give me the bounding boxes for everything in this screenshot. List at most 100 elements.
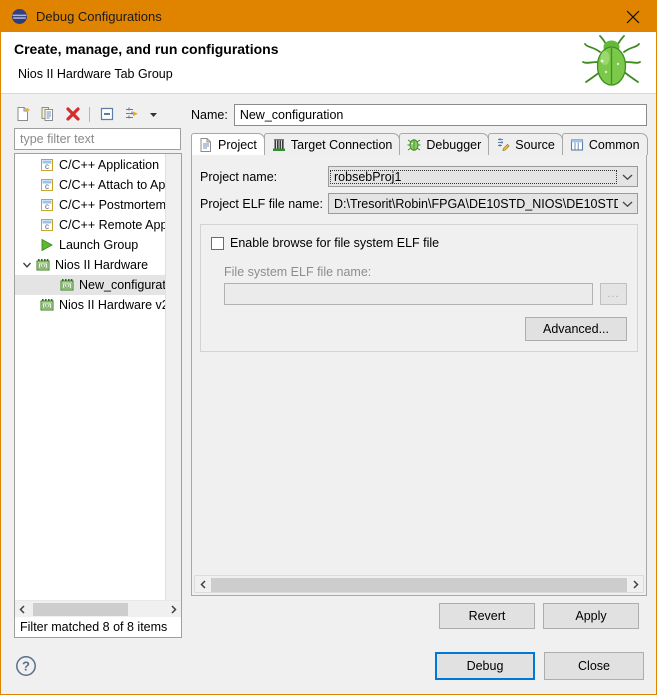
revert-button[interactable]: Revert	[439, 603, 535, 629]
tree-item-c-c-remote-appli[interactable]: c C/C++ Remote Appli	[15, 215, 181, 235]
nios-chip-icon: /∆\	[35, 257, 51, 273]
duplicate-configuration-button[interactable]	[37, 104, 58, 124]
project-elf-label: Project ELF file name:	[200, 196, 323, 211]
project-name-value: robsebProj1	[330, 169, 617, 184]
tab-label: Common	[588, 137, 640, 152]
tab-label: Project	[218, 137, 257, 152]
tree-toolbar	[10, 102, 182, 126]
tab-project[interactable]: Project	[191, 133, 265, 155]
tree-item-label: Nios II Hardware v2 (	[59, 298, 177, 312]
tree-scroll-left-arrow-icon[interactable]	[15, 602, 30, 617]
dialog-footer: ? Debug Close	[1, 638, 656, 694]
project-name-label: Project name:	[200, 169, 278, 184]
c-file-icon: c	[39, 157, 55, 173]
configuration-name-label: Name:	[191, 108, 228, 122]
browse-file-button[interactable]: ...	[600, 283, 627, 305]
svg-text:c: c	[45, 162, 49, 171]
c-file-icon: c	[39, 197, 55, 213]
project-name-row: Project name: robsebProj1	[200, 165, 638, 188]
project-name-combo[interactable]: robsebProj1	[328, 166, 638, 187]
toolbar-separator	[89, 106, 90, 122]
svg-text:?: ?	[22, 659, 30, 674]
tab-panel: Project name: robsebProj1 Project ELF fi…	[191, 154, 647, 596]
tree-horizontal-scrollbar[interactable]	[15, 600, 181, 617]
help-question-icon[interactable]: ?	[15, 655, 37, 677]
target-connection-icon	[271, 137, 287, 153]
filter-placeholder: type filter text	[20, 132, 95, 146]
nios-chip-icon: /∆\	[59, 277, 75, 293]
collapse-all-button[interactable]	[96, 104, 117, 124]
panel-horizontal-scrollbar[interactable]	[194, 575, 644, 593]
panel-hscroll-track[interactable]	[211, 577, 627, 592]
nios-chip-icon: /∆\	[39, 297, 55, 313]
page-subtitle: Nios II Hardware Tab Group	[18, 67, 173, 81]
tree-item-c-c-application[interactable]: c C/C++ Application	[15, 155, 181, 175]
project-elf-combo[interactable]: D:\Tresorit\Robin\FPGA\DE10STD_NIOS\DE10…	[328, 193, 638, 214]
tab-label: Source	[515, 137, 555, 152]
tree-item-label: C/C++ Attach to App	[59, 178, 173, 192]
project-tab-content: Project name: robsebProj1 Project ELF fi…	[192, 155, 646, 575]
tab-target-connection[interactable]: Target Connection	[263, 133, 401, 155]
tree-item-launch-group[interactable]: Launch Group	[15, 235, 181, 255]
configuration-name-value: New_configuration	[239, 108, 344, 122]
tab-common[interactable]: Common	[561, 133, 648, 155]
configuration-name-input[interactable]: New_configuration	[233, 104, 647, 126]
configuration-editor-pane: Name: New_configuration Project Target Co…	[191, 102, 648, 638]
enable-browse-checkbox[interactable]	[211, 236, 224, 250]
filter-input[interactable]: type filter text	[14, 128, 181, 150]
enable-browse-row[interactable]: Enable browse for file system ELF file	[211, 234, 627, 252]
apply-button[interactable]: Apply	[543, 603, 639, 629]
close-button[interactable]: Close	[544, 652, 644, 680]
revert-apply-row: Revert Apply	[191, 596, 647, 638]
project-elf-row: Project ELF file name: D:\Tresorit\Robin…	[200, 192, 638, 215]
window-title-label: Debug Configurations	[36, 9, 162, 24]
tree-item-nios-ii-hardware[interactable]: /∆\ Nios II Hardware	[15, 255, 181, 275]
c-file-icon: c	[39, 177, 55, 193]
filter-button[interactable]	[121, 104, 142, 124]
tree-hscroll-thumb[interactable]	[33, 602, 128, 616]
file-system-elf-input[interactable]	[224, 283, 593, 305]
configuration-name-row: Name: New_configuration	[191, 102, 647, 128]
toolbar-dropdown-arrow-icon[interactable]	[146, 104, 160, 124]
tree-scroll-right-arrow-icon[interactable]	[166, 602, 181, 617]
tree-item-new-configuratio[interactable]: /∆\ New_configuratio	[15, 275, 181, 295]
tree-item-label: C/C++ Postmortem [	[59, 198, 173, 212]
svg-text:c: c	[45, 182, 49, 191]
panel-hscroll-thumb[interactable]	[211, 577, 627, 592]
filter-status-label: Filter matched 8 of 8 items	[15, 617, 181, 637]
c-file-icon: c	[39, 217, 55, 233]
svg-text:/∆\: /∆\	[40, 264, 47, 270]
advanced-button[interactable]: Advanced...	[525, 317, 627, 341]
tab-source[interactable]: Source	[488, 133, 563, 155]
project-file-icon	[198, 137, 214, 153]
file-system-elf-row: ...	[224, 283, 627, 305]
tab-label: Target Connection	[290, 137, 393, 152]
file-system-elf-group: Enable browse for file system ELF file F…	[200, 224, 638, 352]
chevron-down-icon[interactable]	[618, 167, 637, 186]
tree-item-nios-ii-hardware-v2[interactable]: /∆\ Nios II Hardware v2 (	[15, 295, 181, 315]
chevron-down-icon[interactable]	[19, 257, 35, 273]
chevron-down-icon[interactable]	[618, 194, 637, 213]
svg-text:c: c	[45, 202, 49, 211]
common-window-icon	[569, 137, 585, 153]
tree-item-c-c-postmortem[interactable]: c C/C++ Postmortem [	[15, 195, 181, 215]
tab-debugger[interactable]: Debugger	[399, 133, 490, 155]
delete-configuration-button[interactable]	[62, 104, 83, 124]
panel-scroll-right-arrow-icon[interactable]	[627, 576, 643, 592]
tree-scroll-area: c C/C++ Application c C/C++ Attach to App c C…	[15, 154, 181, 600]
tree-vertical-scrollbar[interactable]	[165, 154, 181, 600]
tree-item-c-c-attach-to-app[interactable]: c C/C++ Attach to App	[15, 175, 181, 195]
tree-hscroll-track[interactable]	[30, 602, 166, 617]
green-bug-icon	[580, 34, 642, 92]
panel-scroll-left-arrow-icon[interactable]	[195, 576, 211, 592]
tree-item-label: C/C++ Application	[59, 158, 160, 172]
new-configuration-button[interactable]	[12, 104, 33, 124]
close-window-button[interactable]	[610, 1, 656, 32]
tab-bar: Project Target Connection Debugger Source Co…	[191, 132, 648, 155]
svg-text:/∆\: /∆\	[64, 284, 71, 290]
source-edit-icon	[495, 137, 511, 153]
file-system-elf-label: File system ELF file name:	[224, 265, 372, 279]
debug-button[interactable]: Debug	[435, 652, 535, 680]
debug-configurations-window: Debug Configurations Create, manage, and…	[0, 0, 657, 695]
tree-item-label: New_configuratio	[79, 278, 176, 292]
